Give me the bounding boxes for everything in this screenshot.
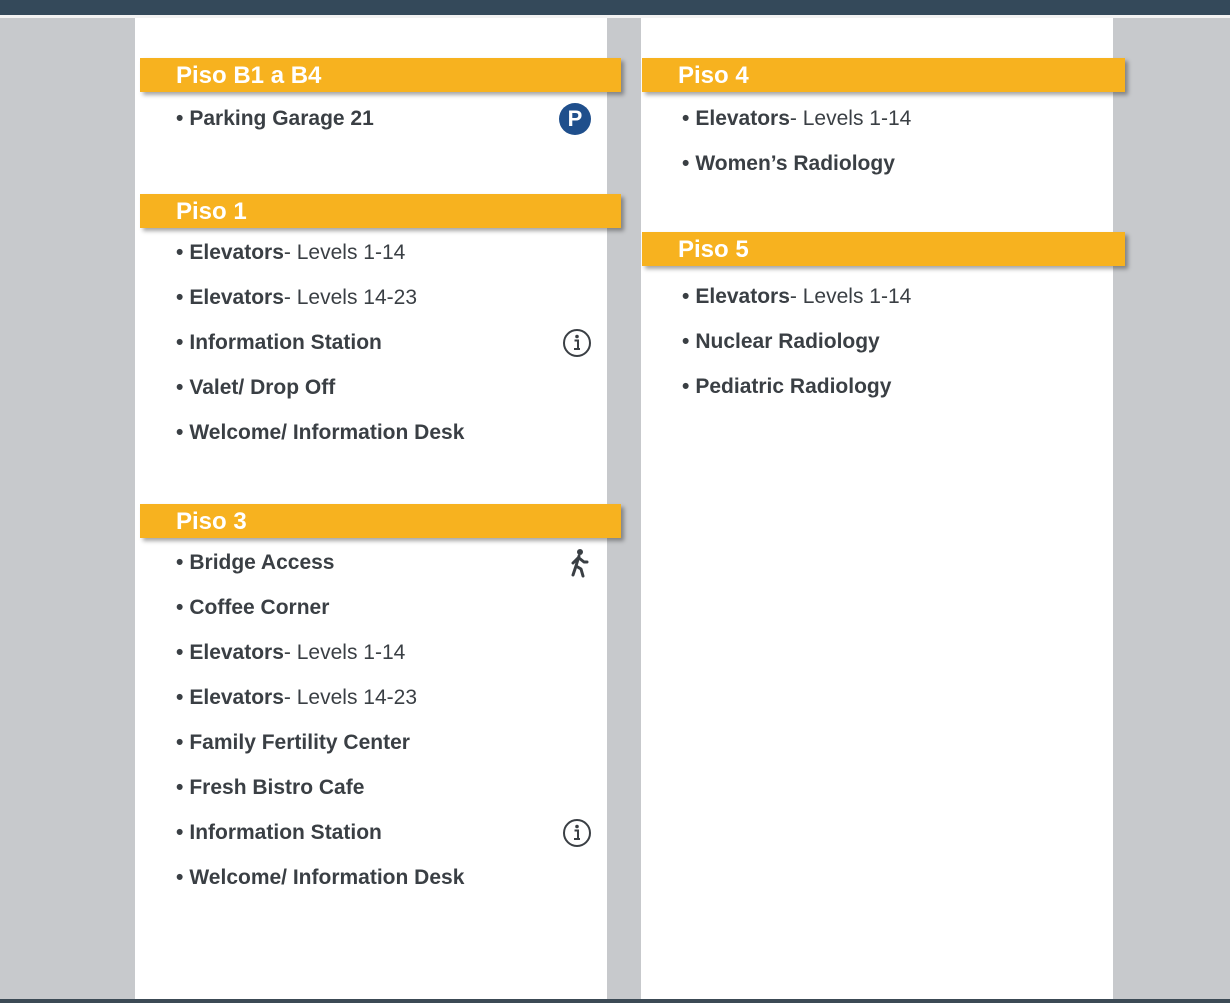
floor-header: Piso B1 a B4	[140, 58, 621, 92]
directory-item-valet-drop-off[interactable]: • Valet/ Drop Off	[176, 365, 606, 410]
directory-item-womens-radiology[interactable]: • Women’s Radiology	[682, 141, 1112, 186]
directory-item-elevators[interactable]: • Elevators- Levels 1-14	[682, 274, 1112, 319]
directory-item-information-station[interactable]: • Information Station	[176, 810, 606, 855]
directory-item-elevators[interactable]: • Elevators- Levels 1-14	[176, 630, 606, 675]
directory-item-parking-garage[interactable]: • Parking Garage 21 P	[176, 96, 606, 141]
directory-item-nuclear-radiology[interactable]: • Nuclear Radiology	[682, 319, 1112, 364]
floor-header: Piso 3	[140, 504, 621, 538]
directory-item-elevators[interactable]: • Elevators- Levels 14-23	[176, 275, 606, 320]
top-bar	[0, 0, 1230, 18]
directory-item-bridge-access[interactable]: • Bridge Access	[176, 540, 606, 585]
directory-item-pediatric-radiology[interactable]: • Pediatric Radiology	[682, 364, 1112, 409]
bottom-border	[0, 999, 1230, 1003]
directory-item-welcome-information-desk[interactable]: • Welcome/ Information Desk	[176, 410, 606, 455]
directory-item-coffee-corner[interactable]: • Coffee Corner	[176, 585, 606, 630]
directory-item-family-fertility-center[interactable]: • Family Fertility Center	[176, 720, 606, 765]
info-icon	[563, 329, 591, 357]
directory-item-welcome-information-desk[interactable]: • Welcome/ Information Desk	[176, 855, 606, 900]
floor-header: Piso 1	[140, 194, 621, 228]
floor-header: Piso 4	[642, 58, 1125, 92]
parking-icon: P	[559, 103, 591, 135]
directory-item-information-station[interactable]: • Information Station	[176, 320, 606, 365]
info-icon	[563, 819, 591, 847]
directory-item-elevators[interactable]: • Elevators- Levels 1-14	[682, 96, 1112, 141]
walking-person-icon	[571, 549, 589, 578]
directory-item-elevators[interactable]: • Elevators- Levels 14-23	[176, 675, 606, 720]
floor-header: Piso 5	[642, 232, 1125, 266]
directory-item-elevators[interactable]: • Elevators- Levels 1-14	[176, 230, 606, 275]
directory-item-fresh-bistro-cafe[interactable]: • Fresh Bistro Cafe	[176, 765, 606, 810]
